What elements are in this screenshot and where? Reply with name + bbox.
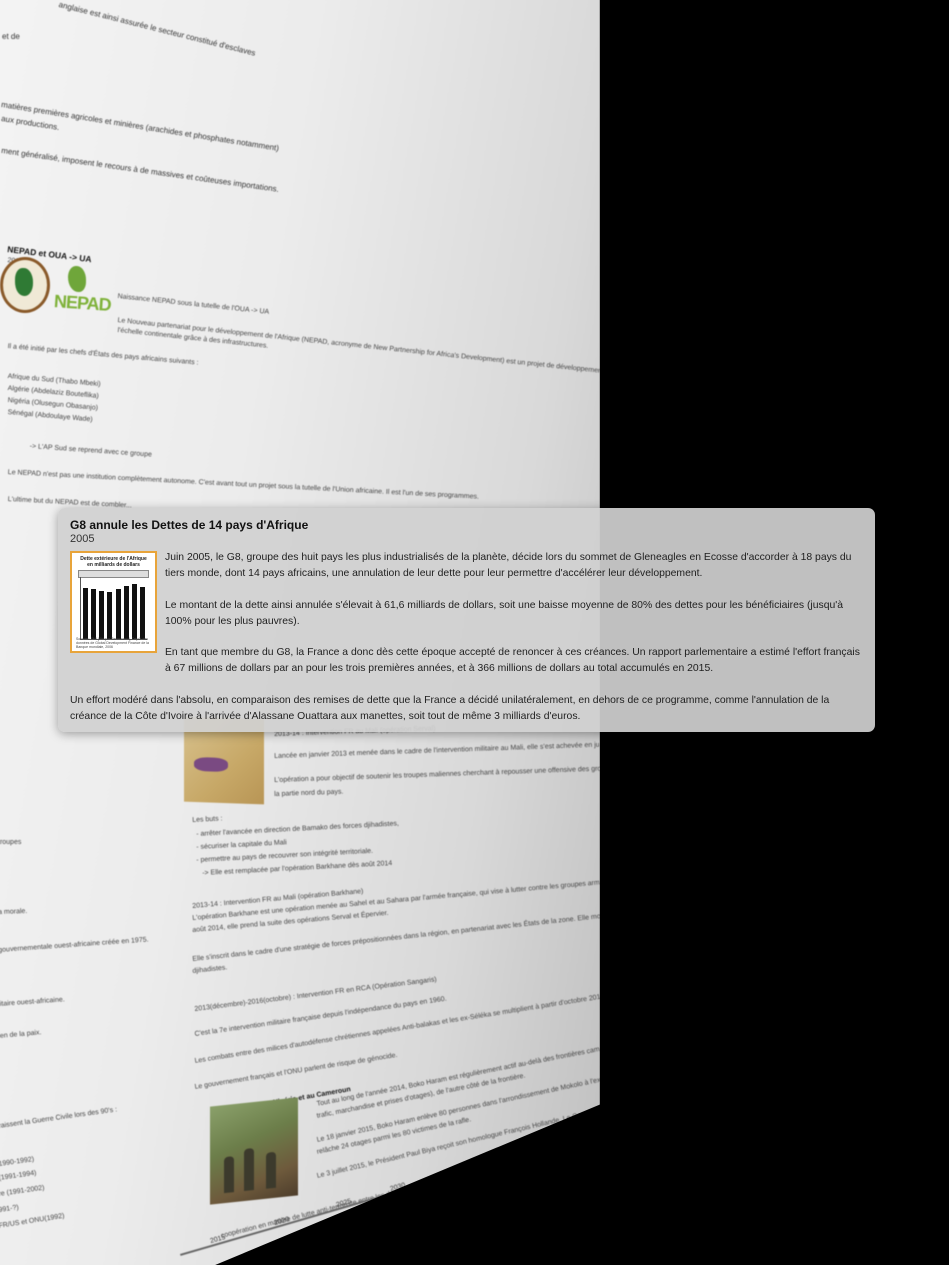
doc-line: Le NEPAD n'est pas une institution compl… bbox=[7, 468, 480, 501]
doc-line: anglaise est ainsi assurée le secteur co… bbox=[57, 0, 257, 58]
thumbnail-bar bbox=[90, 589, 96, 639]
doc-fragment: 991-?) bbox=[0, 1204, 20, 1214]
popup-paragraph: Le montant de la dette ainsi annulée s'é… bbox=[165, 600, 844, 627]
au-emblem-logo bbox=[0, 257, 50, 313]
doc-line: Naissance NEPAD sous la tutelle de l'OUA… bbox=[117, 292, 270, 316]
doc-line: Il a été initié par les chefs d'États de… bbox=[7, 342, 199, 367]
timeline-label: 2030 bbox=[389, 1181, 407, 1194]
timeline-label: 2045 bbox=[537, 1138, 555, 1151]
thumbnail-bar bbox=[82, 588, 88, 639]
timeline-label: 2040 bbox=[489, 1152, 507, 1165]
debt-chart-thumbnail[interactable]: Dette extérieure de l'Afrique en milliar… bbox=[70, 551, 157, 653]
doc-line: ment généralisé, imposent le recours à d… bbox=[0, 146, 280, 194]
doc-fragment: gouvernementale ouest-africaine créée en… bbox=[0, 936, 149, 954]
thumbnail-bar bbox=[140, 586, 146, 639]
thumbnail-bar bbox=[99, 590, 105, 639]
doc-fragment: ien de la paix. bbox=[0, 1029, 42, 1040]
doc-line: djihadistes. bbox=[192, 964, 228, 975]
goal-item: - arrêter l'avancée en direction de Bama… bbox=[196, 820, 400, 838]
thumbnail-bar bbox=[115, 589, 121, 639]
nepad-logo: NEPAD bbox=[53, 291, 112, 315]
doc-fragment: re (1991-2002) bbox=[0, 1184, 45, 1198]
popup-year: 2005 bbox=[70, 533, 95, 545]
popup-title: G8 annule les Dettes de 14 pays d'Afriqu… bbox=[70, 518, 309, 532]
popup-paragraph: En tant que membre du G8, la France a do… bbox=[165, 647, 860, 674]
doc-line: -> L'AP Sud se reprend avec ce groupe bbox=[29, 442, 153, 459]
popup-paragraph: Juin 2005, le G8, groupe des huit pays l… bbox=[165, 552, 852, 579]
doc-line: Les buts : bbox=[192, 815, 223, 824]
thumbnail-caption: Dette extérieure de l'Afrique en milliar… bbox=[72, 553, 155, 568]
doc-line: la partie nord du pays. bbox=[274, 788, 344, 798]
doc-fragment: troupes bbox=[0, 839, 22, 846]
thumbnail-bar bbox=[132, 584, 138, 639]
timeline-label: 2035 bbox=[445, 1165, 463, 1178]
thumbnail-bar bbox=[123, 585, 129, 639]
doc-fragment: 1990-1992) bbox=[0, 1156, 35, 1168]
goal-item: - sécuriser la capitale du Mali bbox=[196, 839, 287, 851]
doc-fragment: FR/US et ONU(1992) bbox=[0, 1212, 65, 1230]
doc-line: et de bbox=[2, 32, 20, 41]
doc-line: Le Nouveau partenariat pour le développe… bbox=[117, 316, 610, 376]
doc-line: L'opération a pour objectif de soutenir … bbox=[274, 759, 783, 784]
thumbnail-bars bbox=[80, 577, 147, 640]
doc-fragment: a morale. bbox=[0, 907, 28, 916]
timeline-label: 2050 bbox=[575, 1127, 593, 1140]
thumbnail-caption-line: en milliards de dollars bbox=[87, 562, 140, 568]
event-detail-popup[interactable]: G8 annule les Dettes de 14 pays d'Afriqu… bbox=[58, 508, 875, 732]
popup-paragraph: Un effort modéré dans l'absolu, en compa… bbox=[70, 695, 830, 722]
doc-fragment: raissent la Guerre Civile lors des 90's … bbox=[0, 1106, 118, 1130]
thumbnail-footnote: Sources: FMI (Afrique Renouveau), Dépôt … bbox=[76, 637, 149, 649]
doc-line: Lancée en janvier 2013 et menée dans le … bbox=[274, 740, 630, 760]
doc-fragment: litaire ouest-africaine. bbox=[0, 996, 65, 1008]
soldiers-photo bbox=[210, 1097, 298, 1205]
doc-fragment: (1991-1994) bbox=[0, 1169, 37, 1182]
thumbnail-bar bbox=[107, 591, 113, 639]
africa-map-icon bbox=[68, 266, 86, 292]
